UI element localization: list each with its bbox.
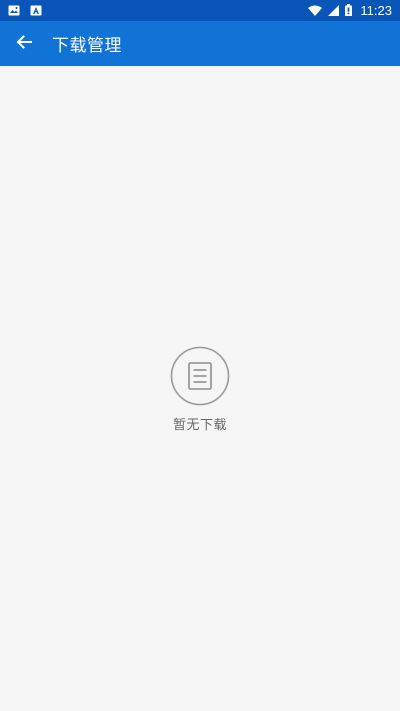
arrow-left-icon [16,34,32,54]
page-title: 下载管理 [52,36,122,56]
empty-state: 暂无下载 [0,346,400,433]
status-time: 11:23 [360,3,392,18]
battery-icon [345,1,353,20]
document-list-icon [170,346,230,406]
wifi-icon [308,1,323,20]
status-right-icons: 11:23 [308,1,392,20]
image-notification-icon [8,1,20,20]
signal-icon [328,1,340,20]
back-button[interactable] [2,21,46,66]
download-list-area: 暂无下载 [0,66,400,711]
app-notification-icon [30,1,42,20]
status-bar: 11:23 [0,0,400,21]
app-toolbar: 下载管理 [0,21,400,66]
status-left-icons [8,1,42,20]
empty-message: 暂无下载 [172,418,227,433]
